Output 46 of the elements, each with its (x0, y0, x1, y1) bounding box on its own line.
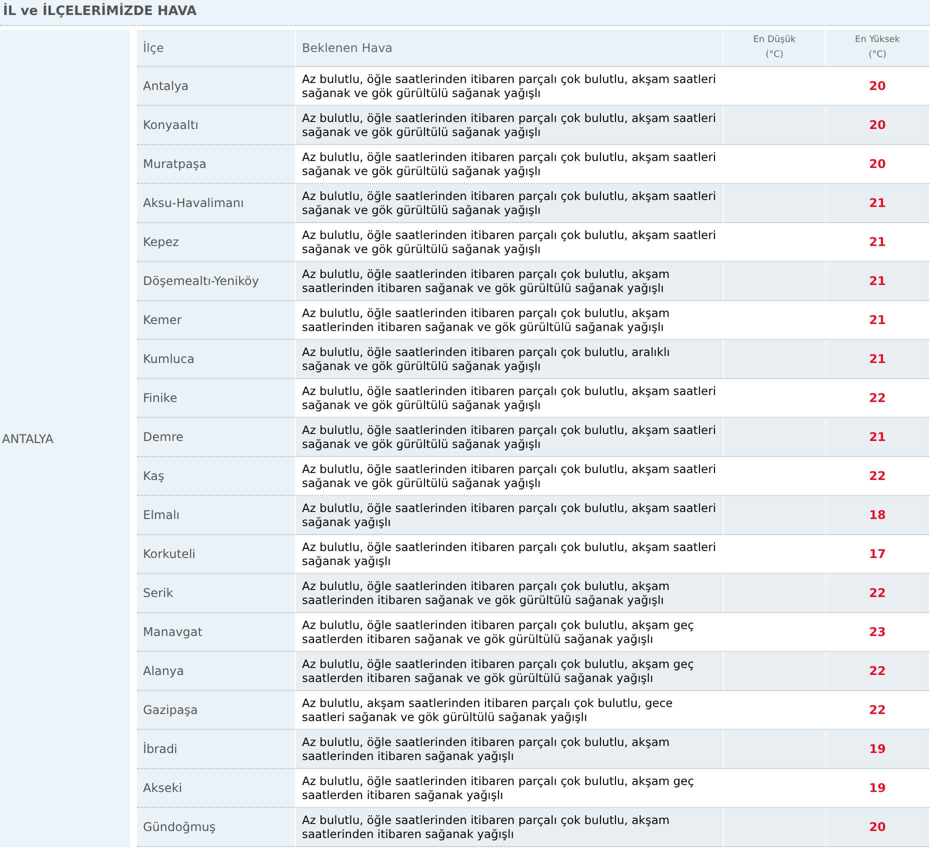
max-temperature-cell: 19 (826, 730, 930, 768)
max-temperature-cell: 21 (826, 184, 930, 222)
district-cell: Korkuteli (137, 534, 296, 574)
district-cell: İbradi (137, 730, 296, 768)
district-cell: Manavgat (137, 612, 296, 652)
max-temperature-cell: 21 (826, 340, 930, 378)
forecast-cell: Az bulutlu, öğle saatlerinden itibaren parçalı çok bulutlu, akşam saatleri sağanak ve gök gürültülü sağanak yağışlı (296, 418, 724, 456)
forecast-cell: Az bulutlu, öğle saatlerinden itibaren parçalı çok bulutlu, akşam saatlerinden itibaren sağanak ve gök gürültülü sağanak yağışlı (296, 262, 724, 300)
district-cell: Döşemealtı-Yeniköy (137, 262, 296, 300)
district-cell: Kepez (137, 222, 296, 262)
forecast-cell: Az bulutlu, öğle saatlerinden itibaren parçalı çok bulutlu, akşam saatleri sağanak ve gök gürültülü sağanak yağışlı (296, 106, 724, 144)
district-cell: Serik (137, 574, 296, 612)
forecast-cell: Az bulutlu, öğle saatlerinden itibaren parçalı çok bulutlu, akşam saatleri sağanak ve gök gürültülü sağanak yağışlı (296, 184, 724, 222)
max-temperature-cell: 21 (826, 262, 930, 300)
forecast-cell: Az bulutlu, öğle saatlerinden itibaren parçalı çok bulutlu, akşam saatlerinden itibaren sağanak yağışlı (296, 808, 724, 846)
column-header: İlçe (137, 30, 296, 66)
max-temperature-cell: 18 (826, 496, 930, 534)
district-cell: Gündoğmuş (137, 808, 296, 846)
column-header: En Düşük (°C) (724, 30, 826, 66)
district-cell: Kaş (137, 456, 296, 496)
district-cell: Kumluca (137, 340, 296, 378)
max-temperature-cell: 20 (826, 106, 930, 144)
district-cell: Kemer (137, 300, 296, 340)
district-cell: Demre (137, 418, 296, 456)
district-cell: Akseki (137, 768, 296, 808)
max-temperature-cell: 22 (826, 574, 930, 612)
column-header: En Yüksek (°C) (826, 30, 930, 66)
max-temperature-cell: 22 (826, 652, 930, 690)
district-cell: Alanya (137, 652, 296, 690)
forecast-cell: Az bulutlu, öğle saatlerinden itibaren parçalı çok bulutlu, akşam saatlerinden itibaren sağanak ve gök gürültülü sağanak yağışlı (296, 574, 724, 612)
max-temperature-cell: 21 (826, 418, 930, 456)
forecast-cell: Az bulutlu, öğle saatlerinden itibaren parçalı çok bulutlu, akşam saatleri sağanak yağışlı (296, 496, 724, 534)
district-cell: Gazipaşa (137, 690, 296, 730)
forecast-cell: Az bulutlu, öğle saatlerinden itibaren parçalı çok bulutlu, aralıklı sağanak ve gök gürültülü sağanak yağışlı (296, 340, 724, 378)
district-cell: Antalya (137, 66, 296, 106)
district-cell: Muratpaşa (137, 144, 296, 184)
district-cell: Finike (137, 378, 296, 418)
province-cell: ANTALYA (0, 30, 130, 847)
section-title: İL ve İLÇELERİMİZDE HAVA (0, 0, 930, 26)
district-cell: Konyaaltı (137, 106, 296, 144)
district-cell: Aksu-Havalimanı (137, 184, 296, 222)
column-header: Beklenen Hava (296, 30, 724, 66)
forecast-cell: Az bulutlu, öğle saatlerinden itibaren parçalı çok bulutlu, akşam saatlerinden itibaren sağanak yağışlı (296, 730, 724, 768)
forecast-cell: Az bulutlu, öğle saatlerinden itibaren parçalı çok bulutlu, akşam geç saatlerden itibaren sağanak ve gök gürültülü sağanak yağışlı (296, 652, 724, 690)
max-temperature-cell: 20 (826, 808, 930, 846)
district-cell: Elmalı (137, 496, 296, 534)
